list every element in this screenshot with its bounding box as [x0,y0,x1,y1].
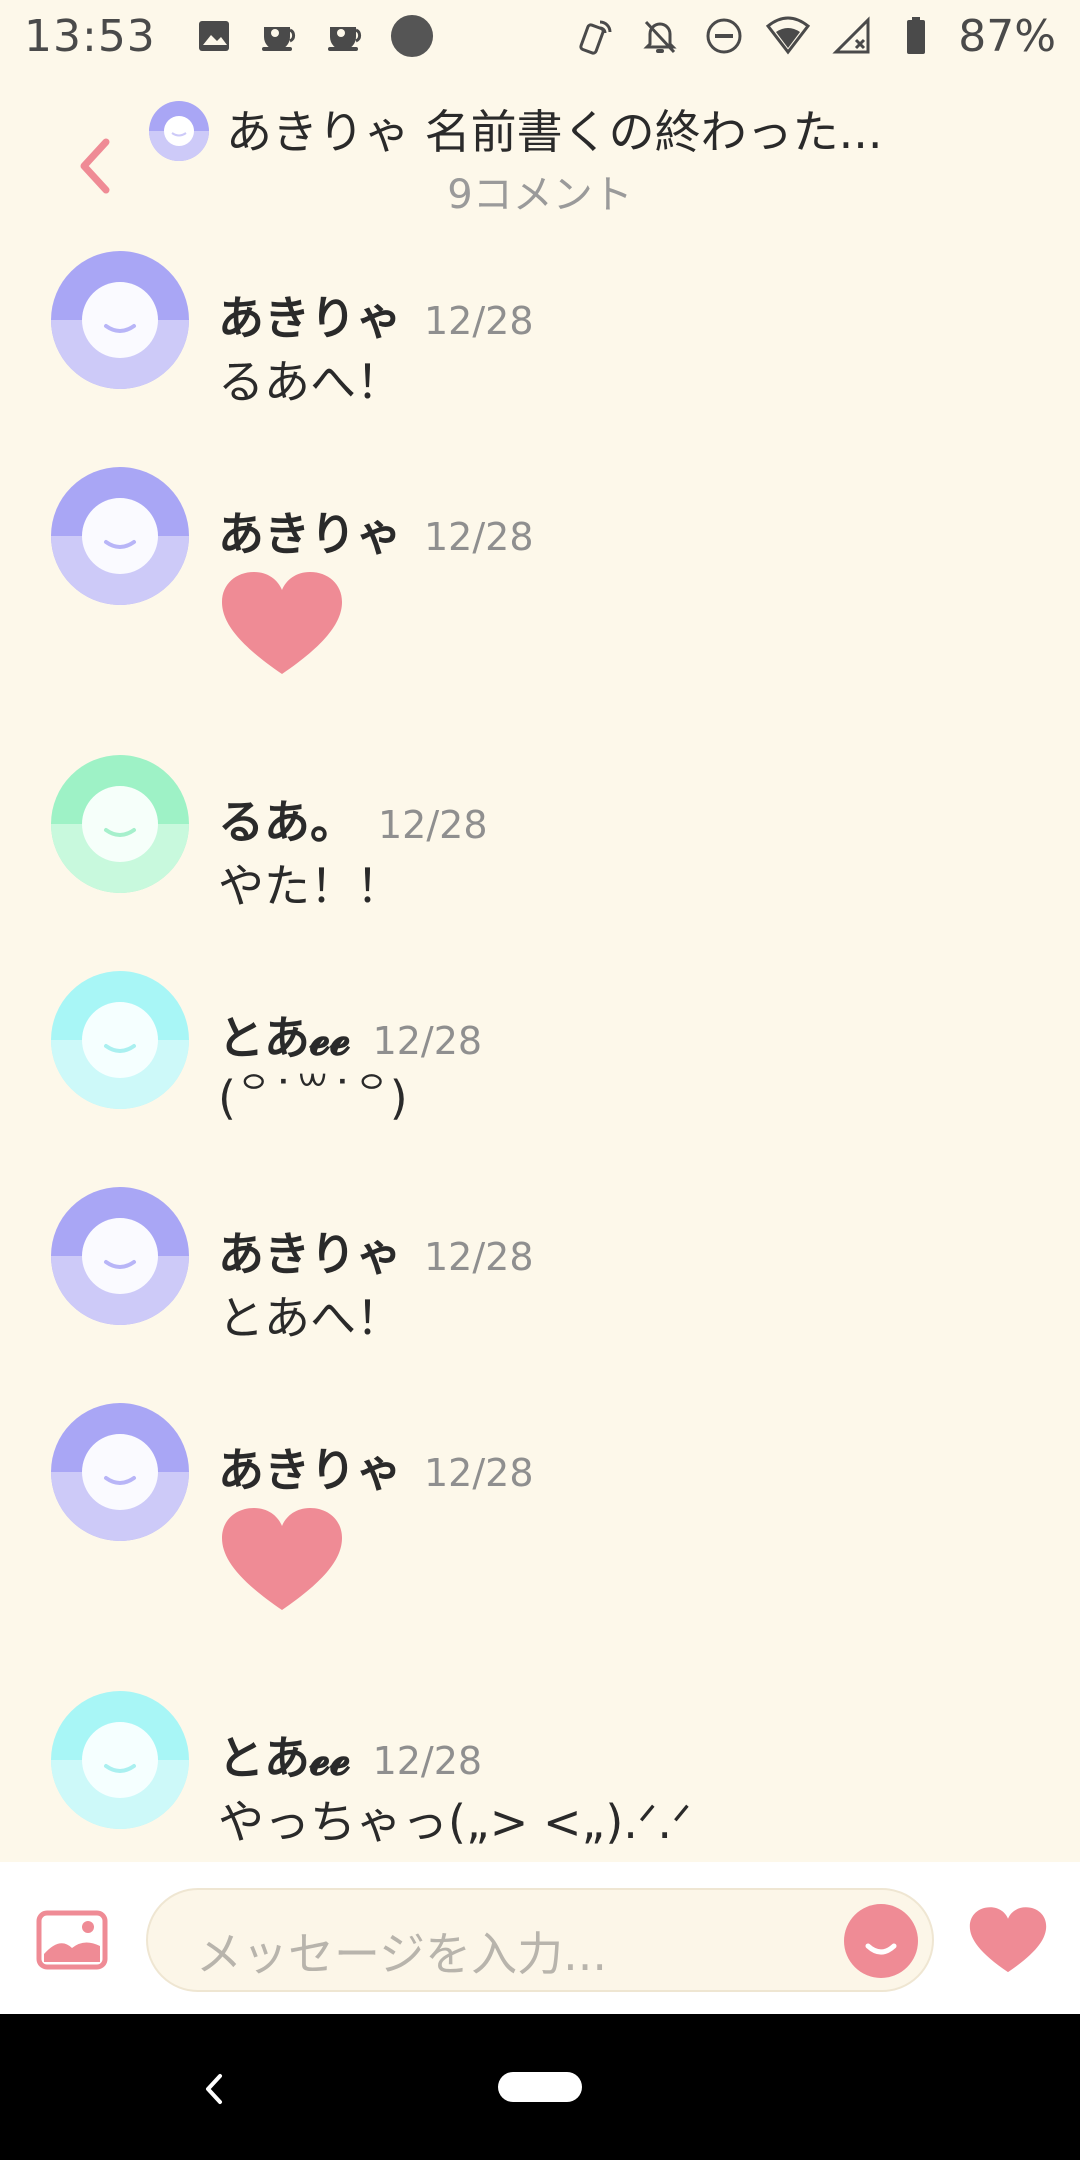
heart-icon [969,1907,1047,1973]
attach-image-button[interactable] [36,1910,108,1970]
nav-back-button[interactable] [194,2064,234,2114]
author-name: あきりゃ [218,1227,402,1281]
header-avatar[interactable] [148,100,210,162]
avatar[interactable] [50,1402,190,1542]
author-name: あきりゃ [218,1443,402,1497]
dnd-icon [702,14,746,58]
avatar[interactable] [50,754,190,894]
image-icon [192,14,236,58]
cup-icon [324,14,368,58]
nfc-icon [574,14,618,58]
comment-date: 12/28 [424,299,534,343]
comment-date: 12/28 [424,1451,534,1495]
comment-date: 12/28 [424,1235,534,1279]
comment-author: あきりゃ 12/28 [218,1218,534,1284]
nav-home-button[interactable] [498,2072,582,2102]
status-right-icons: 87% [574,11,1056,62]
battery-percent: 87% [958,10,1056,62]
author-name: とあ𝓮𝓮 [218,1011,351,1065]
avatar[interactable] [50,466,190,606]
comment-author: るあ。 12/28 [218,786,488,852]
comment-author: あきりゃ 12/28 [218,282,534,348]
status-bar: 13:53 87% [0,0,1080,72]
message-placeholder: メッセージを入力... [196,1927,607,1981]
bell-off-icon [638,14,682,58]
author-name: あきりゃ [218,291,402,345]
comment-text: るあへ！ [218,355,402,409]
comment-text: やっちゃっ(„> <„).ᐟ.ᐟ [218,1795,692,1849]
comment-author: とあ𝓮𝓮 12/28 [218,1002,482,1068]
comment-date: 12/28 [372,1019,483,1063]
thread-title: あきりゃ 名前書くの終わった... [226,105,883,159]
heart-sticker-icon [218,1506,346,1616]
comment-date: 12/28 [378,803,488,847]
author-name: あきりゃ [218,507,402,561]
avatar[interactable] [50,970,190,1110]
comment-author: とあ𝓮𝓮 12/28 [218,1722,482,1788]
comment-author: あきりゃ 12/28 [218,1434,534,1500]
message-input[interactable]: メッセージを入力... [146,1888,934,1992]
comment-text: やた！！ [218,859,402,913]
wifi-icon [766,14,811,58]
heart-button[interactable] [966,1906,1050,1976]
comment-author: あきりゃ 12/28 [218,498,534,564]
emoji-button[interactable] [844,1904,918,1978]
dot-icon [390,14,434,58]
author-name: とあ𝓮𝓮 [218,1731,351,1785]
thread-header: あきりゃ 名前書くの終わった... 9コメント [0,90,1080,220]
system-nav-bar [0,2014,1080,2160]
smile-icon [865,1943,897,1955]
avatar[interactable] [50,250,190,390]
comment-count: 9コメント [447,172,633,218]
avatar[interactable] [50,1186,190,1326]
chevron-left-icon [206,2074,222,2104]
comment-date: 12/28 [372,1739,483,1783]
signal-icon [830,14,874,58]
comment-text: (꒪˙꒳˙꒪) [218,1071,408,1125]
avatar[interactable] [50,1690,190,1830]
cup-icon [258,14,302,58]
status-time: 13:53 [24,10,156,62]
heart-sticker-icon [218,570,346,680]
author-name: るあ。 [218,795,356,849]
image-icon [36,1910,108,1970]
comment-text: とあへ！ [218,1291,402,1345]
comment-date: 12/28 [424,515,534,559]
status-left-icons [192,14,434,58]
battery-icon [894,14,938,58]
message-input-bar: メッセージを入力... [0,1862,1080,2014]
